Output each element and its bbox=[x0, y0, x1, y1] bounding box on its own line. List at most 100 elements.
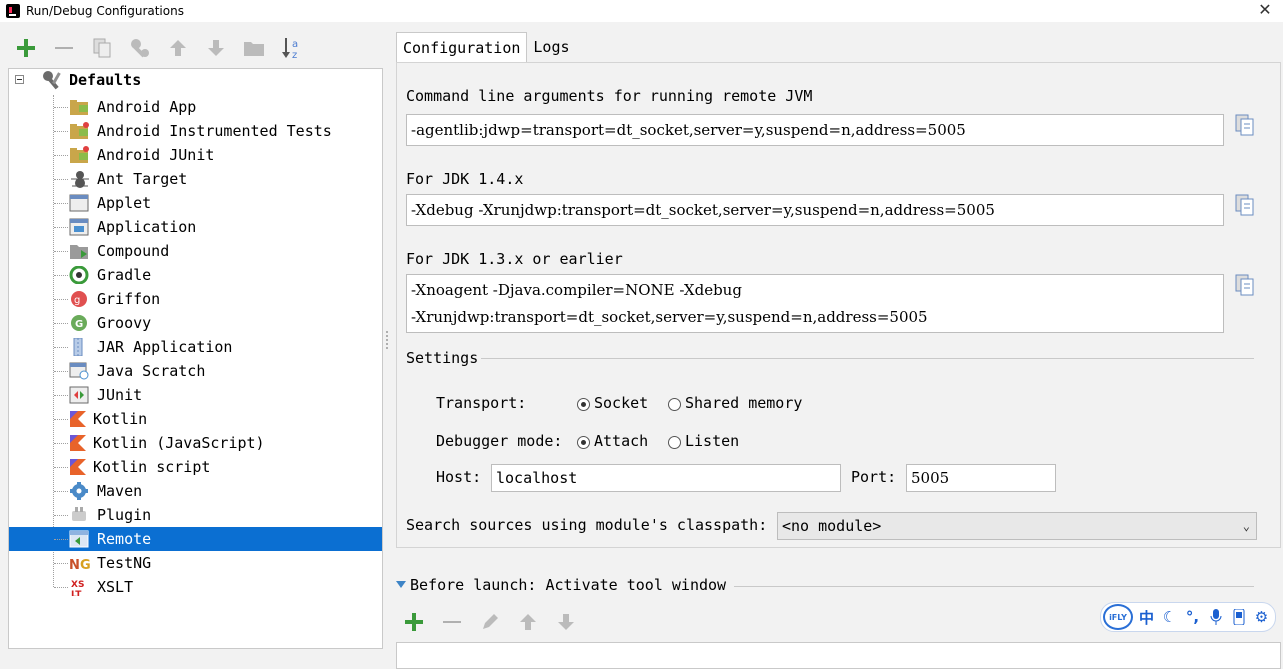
transport-shared-memory-radio[interactable] bbox=[668, 398, 681, 411]
svg-text:LT: LT bbox=[71, 590, 82, 596]
tree-item-gradle[interactable]: Gradle bbox=[9, 263, 382, 287]
tree-item-kotlin-javascript[interactable]: Kotlin (JavaScript) bbox=[9, 431, 382, 455]
jdk13-field[interactable]: -Xnoagent -Djava.compiler=NONE -Xdebug -… bbox=[406, 274, 1224, 333]
window-title: Run/Debug Configurations bbox=[26, 4, 184, 18]
android-icon bbox=[70, 100, 88, 115]
xslt-icon: XSLT bbox=[71, 580, 84, 596]
tree-item-android-instrumented-tests[interactable]: Android Instrumented Tests bbox=[9, 119, 382, 143]
folder-icon[interactable] bbox=[238, 34, 270, 62]
tree-item-kotlin[interactable]: Kotlin bbox=[9, 407, 382, 431]
svg-text:N: N bbox=[69, 558, 80, 572]
debugger-mode-label: Debugger mode: bbox=[436, 432, 563, 450]
debugger-attach-label[interactable]: Attach bbox=[594, 432, 648, 450]
plugin-icon bbox=[72, 507, 86, 521]
ime-language-toggle[interactable]: 中 bbox=[1137, 607, 1156, 627]
tree-item-compound[interactable]: Compound bbox=[9, 239, 382, 263]
config-toolbar: az bbox=[10, 34, 308, 62]
settings-heading: Settings bbox=[406, 349, 479, 367]
copy-jdk13-icon[interactable] bbox=[1233, 273, 1257, 297]
tree-item-maven[interactable]: Maven bbox=[9, 479, 382, 503]
transport-socket-label[interactable]: Socket bbox=[594, 394, 648, 412]
keyboard-icon[interactable] bbox=[1229, 607, 1248, 627]
transport-socket-radio[interactable] bbox=[577, 398, 590, 411]
tree-item-griffon[interactable]: g Griffon bbox=[9, 287, 382, 311]
close-icon[interactable]: ✕ bbox=[1255, 0, 1275, 19]
android-junit-icon bbox=[70, 146, 89, 163]
wrench-icon[interactable] bbox=[124, 34, 156, 62]
configuration-panel: Command line arguments for running remot… bbox=[396, 62, 1281, 548]
tree-item-remote[interactable]: Remote bbox=[9, 527, 382, 551]
copy-jdk14-icon[interactable] bbox=[1233, 193, 1257, 217]
groovy-icon: G bbox=[71, 315, 87, 331]
arrow-down-icon[interactable] bbox=[200, 34, 232, 62]
transport-label: Transport: bbox=[436, 394, 527, 412]
gear-icon[interactable]: ⚙ bbox=[1252, 607, 1271, 627]
port-input[interactable]: 5005 bbox=[906, 464, 1056, 492]
tree-item-jar-application[interactable]: JAR Application bbox=[9, 335, 382, 359]
svg-text:XS: XS bbox=[71, 580, 84, 590]
debugger-listen-radio[interactable] bbox=[668, 436, 681, 449]
microphone-icon[interactable] bbox=[1206, 607, 1225, 627]
move-task-down-icon[interactable] bbox=[550, 608, 582, 636]
sort-az-icon[interactable]: az bbox=[276, 34, 308, 62]
android-test-icon bbox=[70, 122, 89, 139]
moon-icon[interactable]: ☾ bbox=[1160, 607, 1179, 627]
ifly-logo[interactable]: iFLY bbox=[1103, 604, 1133, 630]
arrow-up-icon[interactable] bbox=[162, 34, 194, 62]
before-launch-title[interactable]: Before launch: Activate tool window bbox=[410, 576, 726, 594]
tree-root-defaults[interactable]: Defaults bbox=[69, 71, 141, 89]
punctuation-icon[interactable]: °, bbox=[1183, 607, 1202, 627]
svg-text:G: G bbox=[75, 319, 83, 330]
tree-item-application[interactable]: Application bbox=[9, 215, 382, 239]
compound-icon bbox=[70, 245, 88, 259]
application-icon bbox=[69, 218, 89, 236]
add-task-icon[interactable] bbox=[398, 608, 430, 636]
tree-item-applet[interactable]: Applet bbox=[9, 191, 382, 215]
chevron-down-icon: ⌄ bbox=[1242, 519, 1250, 533]
remote-icon bbox=[69, 530, 89, 548]
before-launch-expand-icon[interactable] bbox=[396, 581, 406, 588]
tree-item-groovy[interactable]: G Groovy bbox=[9, 311, 382, 335]
collapse-toggle[interactable] bbox=[15, 75, 24, 84]
tree-item-kotlin-script[interactable]: Kotlin script bbox=[9, 455, 382, 479]
kotlin-js-icon bbox=[70, 435, 86, 451]
remove-icon[interactable] bbox=[48, 34, 80, 62]
debugger-listen-label[interactable]: Listen bbox=[685, 432, 739, 450]
gradle-icon bbox=[69, 266, 89, 284]
svg-text:a: a bbox=[292, 39, 298, 50]
config-tree[interactable]: Defaults Android App Android Instrumente… bbox=[8, 68, 383, 649]
cmd-args-field[interactable]: -agentlib:jdwp=transport=dt_socket,serve… bbox=[406, 114, 1224, 146]
tree-item-xslt[interactable]: XS LT XSLT bbox=[9, 575, 382, 599]
tree-item-ant-target[interactable]: Ant Target bbox=[9, 167, 382, 191]
tab-logs[interactable]: Logs bbox=[527, 32, 575, 62]
move-task-up-icon[interactable] bbox=[512, 608, 544, 636]
tree-item-java-scratch[interactable]: Java Scratch bbox=[9, 359, 382, 383]
transport-shared-memory-label[interactable]: Shared memory bbox=[685, 394, 802, 412]
settings-divider bbox=[481, 358, 1254, 359]
copy-icon[interactable] bbox=[86, 34, 118, 62]
host-input[interactable]: localhost bbox=[491, 464, 841, 492]
tree-item-android-junit[interactable]: Android JUnit bbox=[9, 143, 382, 167]
tree-item-plugin[interactable]: Plugin bbox=[9, 503, 382, 527]
jdk13-label: For JDK 1.3.x or earlier bbox=[406, 250, 623, 268]
before-launch-divider bbox=[734, 586, 1254, 587]
tree-item-testng[interactable]: NG TestNG bbox=[9, 551, 382, 575]
remove-task-icon[interactable] bbox=[436, 608, 468, 636]
svg-text:G: G bbox=[80, 558, 91, 572]
tab-configuration[interactable]: Configuration bbox=[396, 32, 528, 62]
add-icon[interactable] bbox=[10, 34, 42, 62]
griffon-icon: g bbox=[71, 291, 87, 307]
jdk13-line-1: -Xnoagent -Djava.compiler=NONE -Xdebug bbox=[411, 281, 742, 299]
jar-icon bbox=[73, 338, 83, 356]
svg-text:z: z bbox=[292, 50, 297, 60]
edit-task-icon[interactable] bbox=[474, 608, 506, 636]
before-launch-task-list[interactable] bbox=[396, 642, 1281, 669]
tree-item-android-app[interactable]: Android App bbox=[9, 95, 382, 119]
jdk14-field[interactable]: -Xdebug -Xrunjdwp:transport=dt_socket,se… bbox=[406, 194, 1224, 226]
module-classpath-select[interactable]: <no module> ⌄ bbox=[777, 512, 1257, 540]
tree-item-junit[interactable]: JUnit bbox=[9, 383, 382, 407]
debugger-attach-radio[interactable] bbox=[577, 436, 590, 449]
kotlin-icon bbox=[70, 411, 86, 427]
split-pane-handle[interactable] bbox=[385, 330, 389, 350]
copy-cmd-args-icon[interactable] bbox=[1233, 113, 1257, 137]
